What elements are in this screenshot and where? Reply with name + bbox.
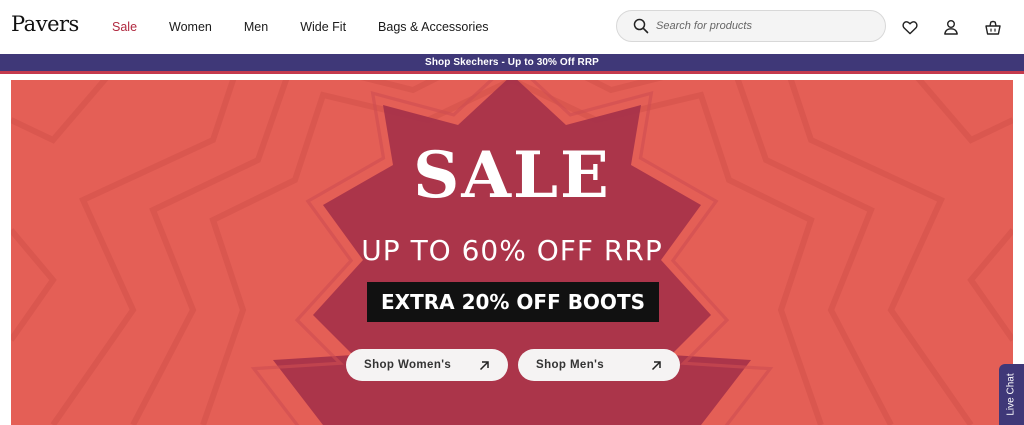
nav-item-wide-fit[interactable]: Wide Fit	[300, 20, 346, 34]
nav-item-women[interactable]: Women	[169, 20, 212, 34]
brand-logo[interactable]: Pavers	[11, 12, 79, 36]
wishlist-button[interactable]	[900, 17, 920, 37]
account-button[interactable]	[941, 17, 961, 37]
hero-subtitle: UP TO 60% OFF RRP	[361, 234, 663, 267]
live-chat-label: Live Chat	[1006, 373, 1017, 416]
hero-badge: EXTRA 20% OFF BOOTS	[367, 282, 659, 322]
main-nav: Sale Women Men Wide Fit Bags & Accessori…	[112, 0, 521, 54]
nav-item-men[interactable]: Men	[244, 20, 268, 34]
shop-mens-button[interactable]: Shop Men's	[518, 349, 680, 381]
promo-banner[interactable]: Shop Skechers - Up to 30% Off RRP	[0, 54, 1024, 74]
site-header: Pavers Sale Women Men Wide Fit Bags & Ac…	[0, 0, 1024, 54]
hero-banner: SALE UP TO 60% OFF RRP EXTRA 20% OFF BOO…	[11, 80, 1013, 425]
search-input[interactable]	[656, 20, 856, 32]
search-bar[interactable]	[616, 10, 886, 42]
basket-icon	[985, 20, 1001, 35]
hero-title: SALE	[413, 138, 611, 213]
arrow-up-right-icon	[651, 360, 661, 370]
shop-womens-label: Shop Women's	[364, 359, 452, 371]
search-icon	[633, 18, 649, 34]
arrow-up-right-icon	[479, 360, 489, 370]
nav-item-bags-accessories[interactable]: Bags & Accessories	[378, 20, 488, 34]
shop-mens-label: Shop Men's	[536, 359, 605, 371]
account-icon	[944, 20, 958, 35]
basket-button[interactable]	[983, 17, 1003, 37]
nav-item-sale[interactable]: Sale	[112, 20, 137, 34]
live-chat-button[interactable]: Live Chat	[999, 364, 1024, 425]
heart-icon	[902, 20, 918, 34]
shop-womens-button[interactable]: Shop Women's	[346, 349, 508, 381]
promo-banner-text: Shop Skechers - Up to 30% Off RRP	[425, 57, 599, 68]
